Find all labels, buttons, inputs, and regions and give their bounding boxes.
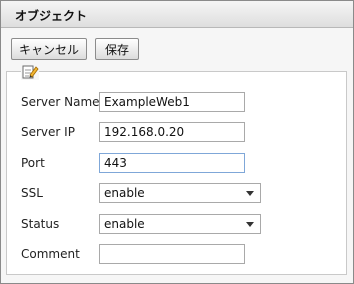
server-ip-label: Server IP — [21, 125, 75, 139]
object-panel: オブジェクト キャンセル 保存 Server Name ExampleWeb1 … — [0, 0, 354, 284]
status-label: Status — [21, 217, 60, 231]
ssl-label: SSL — [21, 186, 43, 200]
comment-input[interactable] — [99, 244, 245, 264]
chevron-down-icon — [246, 222, 254, 227]
save-button[interactable]: 保存 — [95, 38, 139, 60]
server-name-label: Server Name — [21, 95, 100, 109]
edit-note-icon — [21, 64, 39, 80]
ssl-select-value: enable — [104, 186, 145, 200]
ssl-select[interactable]: enable — [99, 183, 261, 203]
chevron-down-icon — [246, 191, 254, 196]
status-select[interactable]: enable — [99, 214, 261, 234]
object-form: Server Name ExampleWeb1 Server IP 192.16… — [6, 64, 347, 275]
server-ip-input[interactable]: 192.168.0.20 — [99, 122, 245, 142]
port-input[interactable]: 443 — [99, 153, 245, 173]
port-label: Port — [21, 156, 45, 170]
cancel-button[interactable]: キャンセル — [11, 38, 87, 60]
panel-titlebar: オブジェクト — [1, 1, 353, 28]
server-name-input[interactable]: ExampleWeb1 — [99, 92, 245, 112]
status-select-value: enable — [104, 217, 145, 231]
comment-label: Comment — [21, 247, 80, 261]
panel-title: オブジェクト — [15, 9, 88, 23]
